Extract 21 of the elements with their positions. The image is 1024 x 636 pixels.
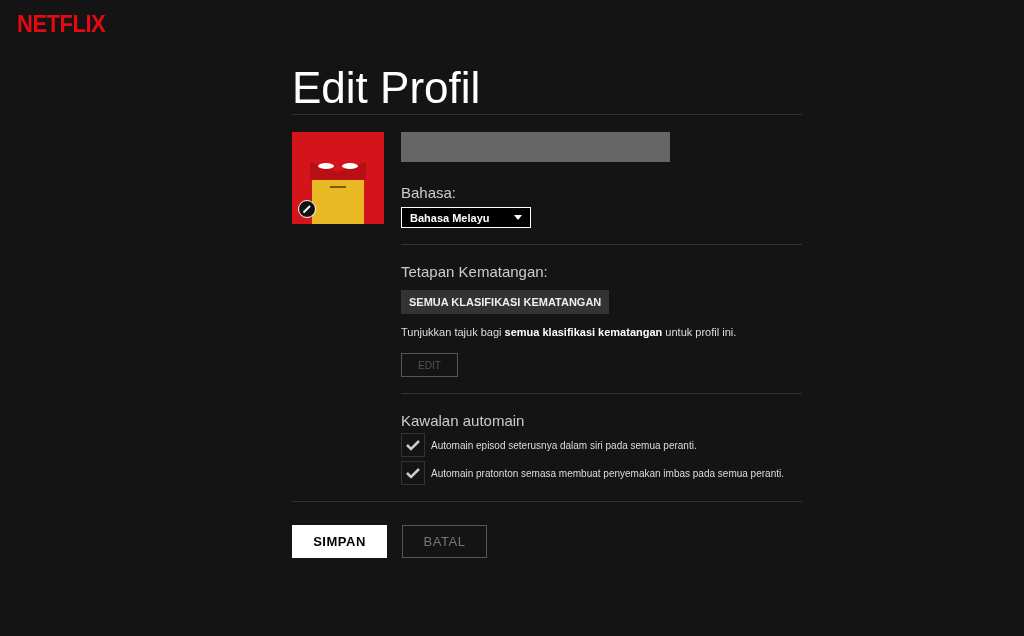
checkbox-label: Automain pratonton semasa membuat penyemakan imbas pada semua peranti.: [431, 467, 784, 479]
caret-icon: [514, 215, 522, 220]
save-button[interactable]: SIMPAN: [292, 525, 387, 558]
checkbox-label: Automain episod seterusnya dalam siri pada semua peranti.: [431, 439, 697, 451]
page-title: Edit Profil: [292, 62, 802, 115]
checkbox[interactable]: [401, 461, 425, 485]
language-dropdown[interactable]: Bahasa Melayu: [401, 207, 531, 228]
maturity-description: Tunjukkan tajuk bagi semua klasifikasi kematangan untuk profil ini.: [401, 326, 738, 338]
cancel-button[interactable]: BATAL: [402, 525, 487, 558]
autoplay-label: Kawalan automain: [401, 412, 526, 429]
profile-avatar[interactable]: [292, 132, 384, 224]
checkmark-icon: [405, 439, 421, 451]
profile-name-field[interactable]: [401, 132, 670, 162]
checkbox[interactable]: [401, 433, 425, 457]
pencil-icon[interactable]: [298, 200, 316, 218]
checkmark-icon: [405, 467, 421, 479]
maturity-badge: SEMUA KLASIFIKASI KEMATANGAN: [401, 290, 610, 314]
maturity-label: Tetapan Kematangan:: [401, 263, 549, 280]
logo-wordmark[interactable]: NETFLIX: [17, 9, 106, 39]
language-label: Bahasa:: [401, 184, 458, 201]
edit-button[interactable]: EDIT: [401, 353, 458, 377]
